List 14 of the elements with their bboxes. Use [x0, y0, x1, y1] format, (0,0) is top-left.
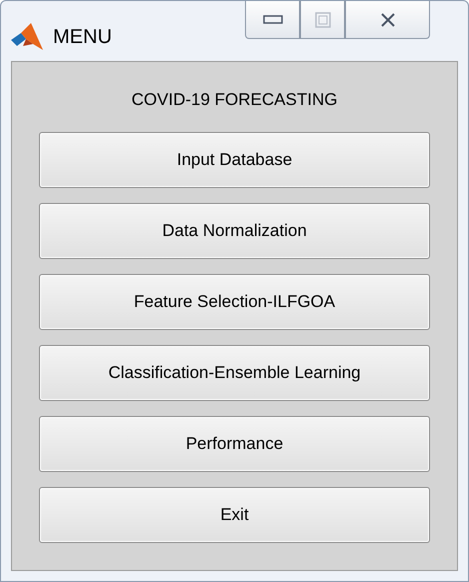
- menu-button[interactable]: Feature Selection-ILFGOA: [39, 274, 430, 330]
- menu-button[interactable]: Performance: [39, 416, 430, 472]
- window-title: MENU: [53, 26, 112, 48]
- heading: COVID-19 FORECASTING: [132, 90, 338, 110]
- menu-button[interactable]: Exit: [39, 487, 430, 543]
- menu-button[interactable]: Classification-Ensemble Learning: [39, 345, 430, 401]
- maximize-icon: [314, 12, 330, 28]
- minimize-icon: [262, 14, 282, 24]
- minimize-button[interactable]: [245, 1, 300, 39]
- close-icon: [380, 12, 396, 28]
- close-button[interactable]: [345, 1, 430, 39]
- menu-button[interactable]: Input Database: [39, 132, 430, 188]
- logo-icon: [11, 23, 43, 51]
- menu-button[interactable]: Data Normalization: [39, 203, 430, 259]
